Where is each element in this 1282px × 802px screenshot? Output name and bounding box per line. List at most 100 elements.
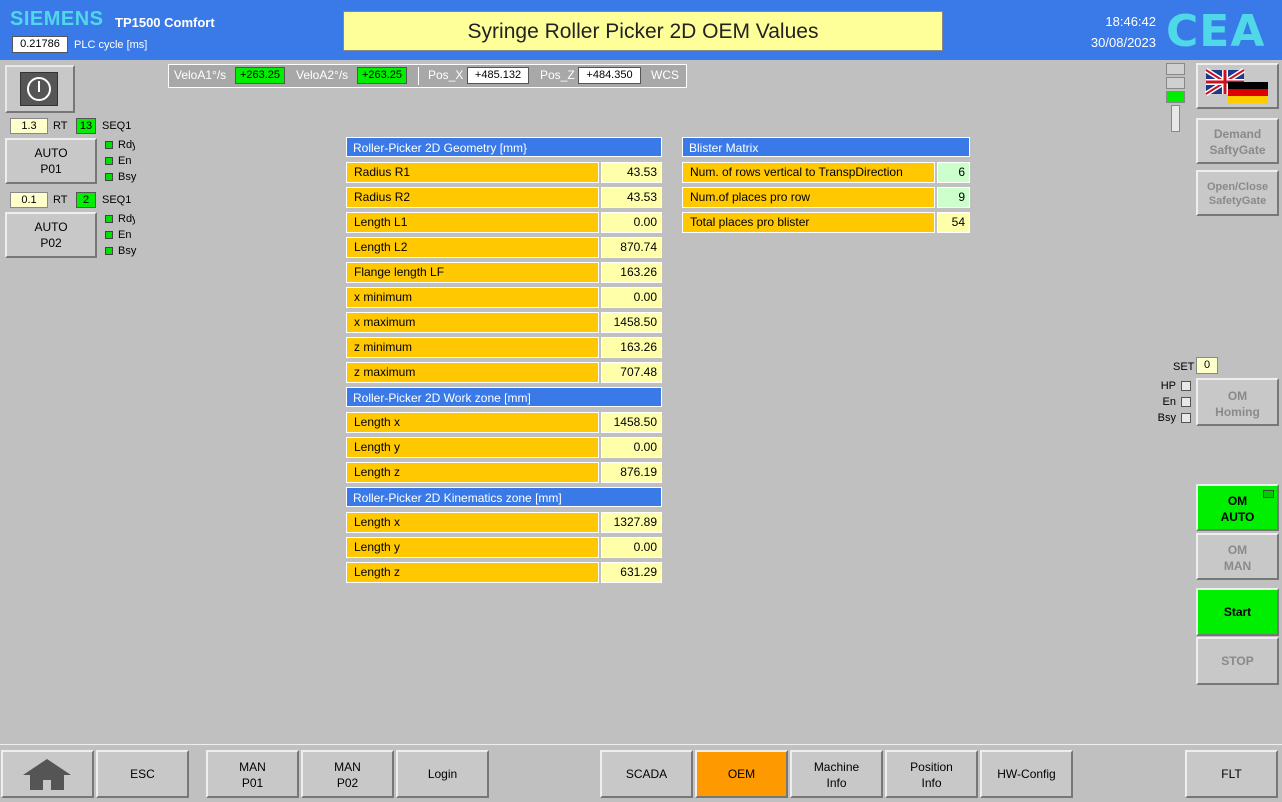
demand-line1: Demand: [1213, 127, 1262, 141]
machine-info-button[interactable]: Machine Info: [790, 750, 883, 798]
position-info-line1: Position: [910, 760, 953, 774]
p02-seq-label: SEQ1: [102, 194, 132, 206]
esc-button[interactable]: ESC: [96, 750, 189, 798]
pos-x-label: Pos_X: [428, 68, 464, 82]
login-button[interactable]: Login: [396, 750, 489, 798]
kinematics-row-value[interactable]: 631.29: [601, 562, 662, 583]
demand-line2: SaftyGate: [1209, 143, 1266, 157]
blister-row-value[interactable]: 6: [937, 162, 970, 183]
workzone-row-label: Length x: [346, 412, 599, 433]
flt-button[interactable]: FLT: [1185, 750, 1278, 798]
stop-button[interactable]: STOP: [1196, 637, 1279, 685]
start-button[interactable]: Start: [1196, 588, 1279, 636]
p01-rt-label: RT: [53, 120, 68, 132]
oem-button[interactable]: OEM: [695, 750, 788, 798]
kinematics-header: Roller-Picker 2D Kinematics zone [mm]: [346, 487, 662, 507]
position-info-button[interactable]: Position Info: [885, 750, 978, 798]
p01-en-led: [105, 157, 113, 165]
kinematics-row-value[interactable]: 0.00: [601, 537, 662, 558]
uk-germany-flag-icon: [1204, 67, 1268, 103]
auto-p01-line1: AUTO: [34, 146, 68, 160]
bottom-separator: [0, 744, 1282, 745]
om-man-line1: OM: [1227, 543, 1248, 557]
velo-a1-value: +263.25: [235, 67, 285, 84]
hw-config-button[interactable]: HW-Config: [980, 750, 1073, 798]
clock-date: 30/08/2023: [1090, 35, 1156, 50]
velo-a2-label: VeloA2°/s: [296, 68, 349, 82]
p01-bsy-label: Bsy: [118, 171, 137, 183]
geometry-row-value[interactable]: 43.53: [601, 187, 662, 208]
demand-safety-gate-button[interactable]: Demand SaftyGate: [1196, 118, 1279, 164]
geometry-row-label: z maximum: [346, 362, 599, 383]
geometry-row-label: x maximum: [346, 312, 599, 333]
kinematics-row-label: Length y: [346, 537, 599, 558]
om-auto-led: [1263, 490, 1274, 498]
man-p02-line2: P02: [336, 776, 359, 790]
en-indicator: [1181, 397, 1191, 407]
auto-p01-button[interactable]: AUTO P01: [5, 138, 97, 184]
blister-row-label: Num. of rows vertical to TranspDirection: [682, 162, 935, 183]
geometry-row-value[interactable]: 1458.50: [601, 312, 662, 333]
om-homing-button[interactable]: OM Homing: [1196, 378, 1279, 426]
workzone-row-value[interactable]: 876.19: [601, 462, 662, 483]
geometry-row-label: Radius R1: [346, 162, 599, 183]
man-p01-line2: P01: [241, 776, 264, 790]
bsy-label: Bsy: [1157, 412, 1176, 424]
geometry-header: Roller-Picker 2D Geometry [mm}: [346, 137, 662, 157]
plc-cycle-label: PLC cycle [ms]: [74, 39, 148, 51]
geometry-row-label: Length L2: [346, 237, 599, 258]
geometry-row-value[interactable]: 707.48: [601, 362, 662, 383]
geometry-row-value[interactable]: 0.00: [601, 287, 662, 308]
velo-a1-label: VeloA1°/s: [174, 68, 227, 82]
geometry-row-value[interactable]: 0.00: [601, 212, 662, 233]
set-value: 0: [1196, 357, 1218, 374]
workzone-row-label: Length z: [346, 462, 599, 483]
brand-logo: SIEMENS: [10, 8, 104, 30]
geometry-row-label: x minimum: [346, 287, 599, 308]
auto-p02-button[interactable]: AUTO P02: [5, 212, 97, 258]
p02-rt-label: RT: [53, 194, 68, 206]
geometry-row-label: Flange length LF: [346, 262, 599, 283]
geometry-row-value[interactable]: 163.26: [601, 262, 662, 283]
pos-z-label: Pos_Z: [540, 68, 575, 82]
workzone-row-value[interactable]: 1458.50: [601, 412, 662, 433]
geometry-row-value[interactable]: 870.74: [601, 237, 662, 258]
page-title: Syringe Roller Picker 2D OEM Values: [343, 11, 943, 51]
blister-row-label: Num.of places pro row: [682, 187, 935, 208]
p01-rdy-led: [105, 141, 113, 149]
blister-header: Blister Matrix: [682, 137, 970, 157]
man-p02-button[interactable]: MAN P02: [301, 750, 394, 798]
auto-p01-line2: P01: [40, 162, 62, 176]
blister-row-value[interactable]: 9: [937, 187, 970, 208]
om-homing-line1: OM: [1227, 389, 1248, 403]
geometry-row-label: Radius R2: [346, 187, 599, 208]
om-man-line2: MAN: [1223, 559, 1252, 573]
velo-a2-value: +263.25: [357, 67, 407, 84]
coordinate-frame: WCS: [651, 68, 679, 82]
om-man-button[interactable]: OM MAN: [1196, 533, 1279, 580]
scroll-slider[interactable]: [1171, 105, 1180, 132]
p01-rdy-label: Rdy: [118, 139, 135, 151]
language-button[interactable]: [1196, 63, 1279, 109]
scada-button[interactable]: SCADA: [600, 750, 693, 798]
home-button[interactable]: [1, 750, 94, 798]
p02-bsy-label: Bsy: [118, 245, 137, 257]
home-icon: [23, 759, 71, 790]
status-indicator-3: [1166, 91, 1185, 103]
pos-x-value: +485.132: [467, 67, 529, 84]
p02-rdy-label: Rdy: [118, 213, 135, 225]
p01-seq-value: 13: [76, 118, 96, 134]
hp-indicator: [1181, 381, 1191, 391]
geometry-row-value[interactable]: 43.53: [601, 162, 662, 183]
p01-bsy-led: [105, 173, 113, 181]
en-label: En: [1162, 396, 1176, 408]
geometry-row-value[interactable]: 163.26: [601, 337, 662, 358]
open-close-safety-gate-button[interactable]: Open/Close SafetyGate: [1196, 170, 1279, 216]
plc-cycle-value: 0.21786: [12, 36, 68, 53]
auto-p02-line2: P02: [40, 236, 62, 250]
man-p01-button[interactable]: MAN P01: [206, 750, 299, 798]
kinematics-row-value[interactable]: 1327.89: [601, 512, 662, 533]
workzone-row-value[interactable]: 0.00: [601, 437, 662, 458]
workzone-header: Roller-Picker 2D Work zone [mm]: [346, 387, 662, 407]
set-label: SET: [1173, 361, 1195, 373]
